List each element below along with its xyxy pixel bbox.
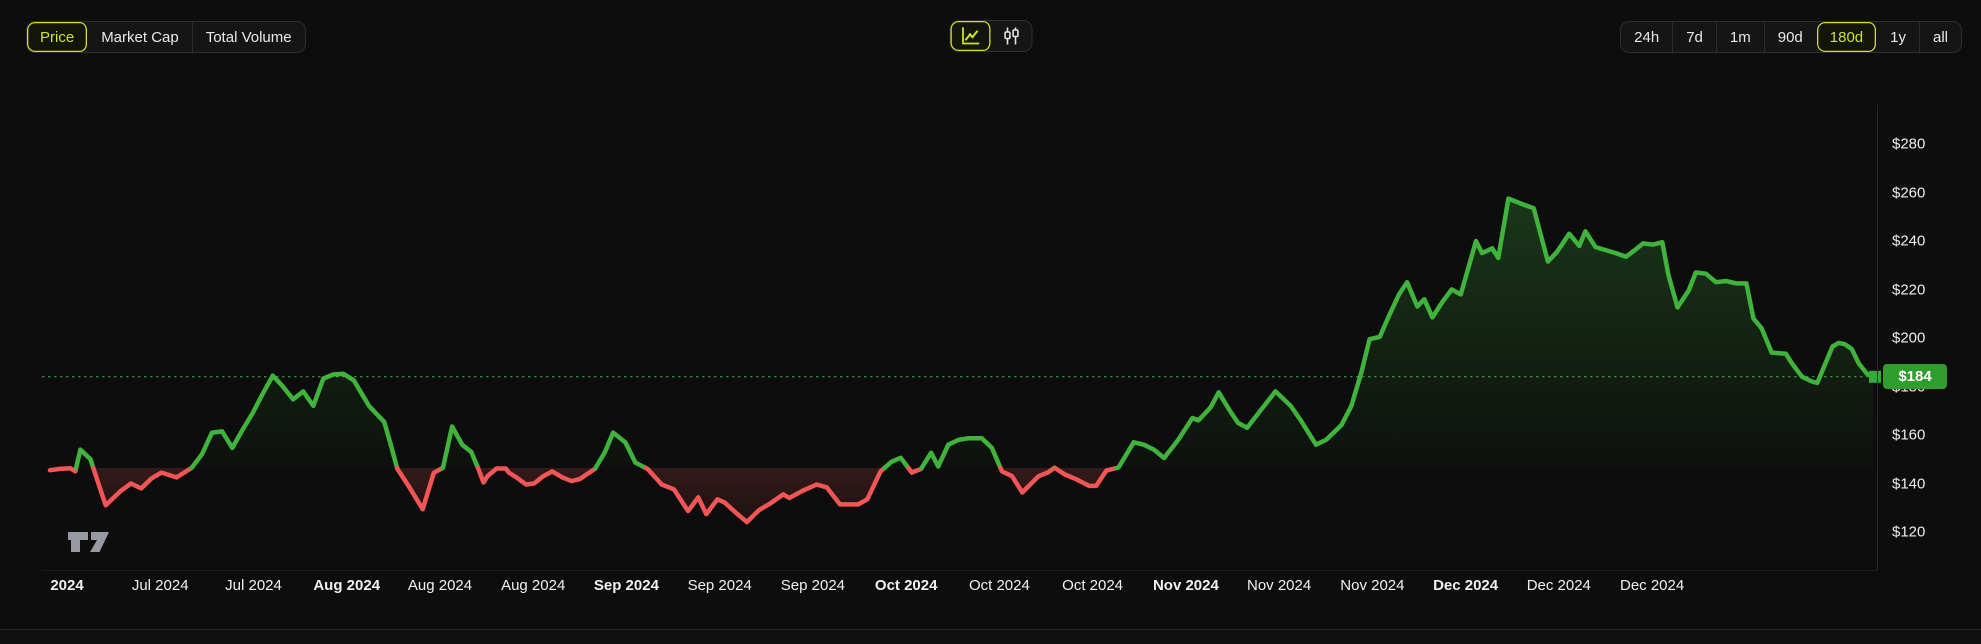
x-axis-tick-label: Nov 2024 xyxy=(1153,577,1219,594)
line-segment-red xyxy=(50,468,76,471)
current-price-badge: $184 xyxy=(1883,364,1947,389)
x-axis-tick-label: Sep 2024 xyxy=(781,577,845,594)
y-axis-tick-label: $240 xyxy=(1892,233,1925,250)
x-axis-tick-label: Oct 2024 xyxy=(969,577,1030,594)
x-axis-tick-label: Dec 2024 xyxy=(1433,577,1498,594)
x-axis-tick-label: Nov 2024 xyxy=(1340,577,1404,594)
y-axis-tick-label: $280 xyxy=(1892,136,1925,153)
x-axis-tick-label: Dec 2024 xyxy=(1620,577,1684,594)
x-axis-tick-label: Sep 2024 xyxy=(594,577,659,594)
area-fill-green xyxy=(1117,199,1873,468)
y-axis-tick-label: $200 xyxy=(1892,330,1925,347)
area-fill-red xyxy=(646,468,885,522)
x-axis-tick-label: Dec 2024 xyxy=(1527,577,1591,594)
y-axis-tick-label: $120 xyxy=(1892,524,1925,541)
tradingview-logo[interactable] xyxy=(66,528,112,554)
x-axis-tick-label: Jul 2024 xyxy=(225,577,282,594)
x-axis-tick-label: Aug 2024 xyxy=(313,577,380,594)
x-axis-tick-label: Aug 2024 xyxy=(501,577,565,594)
last-price-marker xyxy=(1869,371,1881,383)
price-chart[interactable] xyxy=(0,0,1981,644)
y-axis-tick-label: $140 xyxy=(1892,475,1925,492)
x-axis-tick-label: Oct 2024 xyxy=(875,577,938,594)
area-fill-green xyxy=(191,374,397,468)
x-axis-tick-label: Sep 2024 xyxy=(688,577,752,594)
x-axis-tick-label: Jul 2024 xyxy=(132,577,189,594)
y-axis-tick-label: $160 xyxy=(1892,427,1925,444)
x-axis-tick-label: Aug 2024 xyxy=(408,577,472,594)
bottom-strip xyxy=(0,630,1981,644)
y-axis-tick-label: $220 xyxy=(1892,281,1925,298)
y-axis-tick-label: $260 xyxy=(1892,184,1925,201)
x-axis-tick-label: Nov 2024 xyxy=(1247,577,1311,594)
x-axis-tick-label: 2024 xyxy=(50,577,83,594)
x-axis-tick-label: Oct 2024 xyxy=(1062,577,1123,594)
